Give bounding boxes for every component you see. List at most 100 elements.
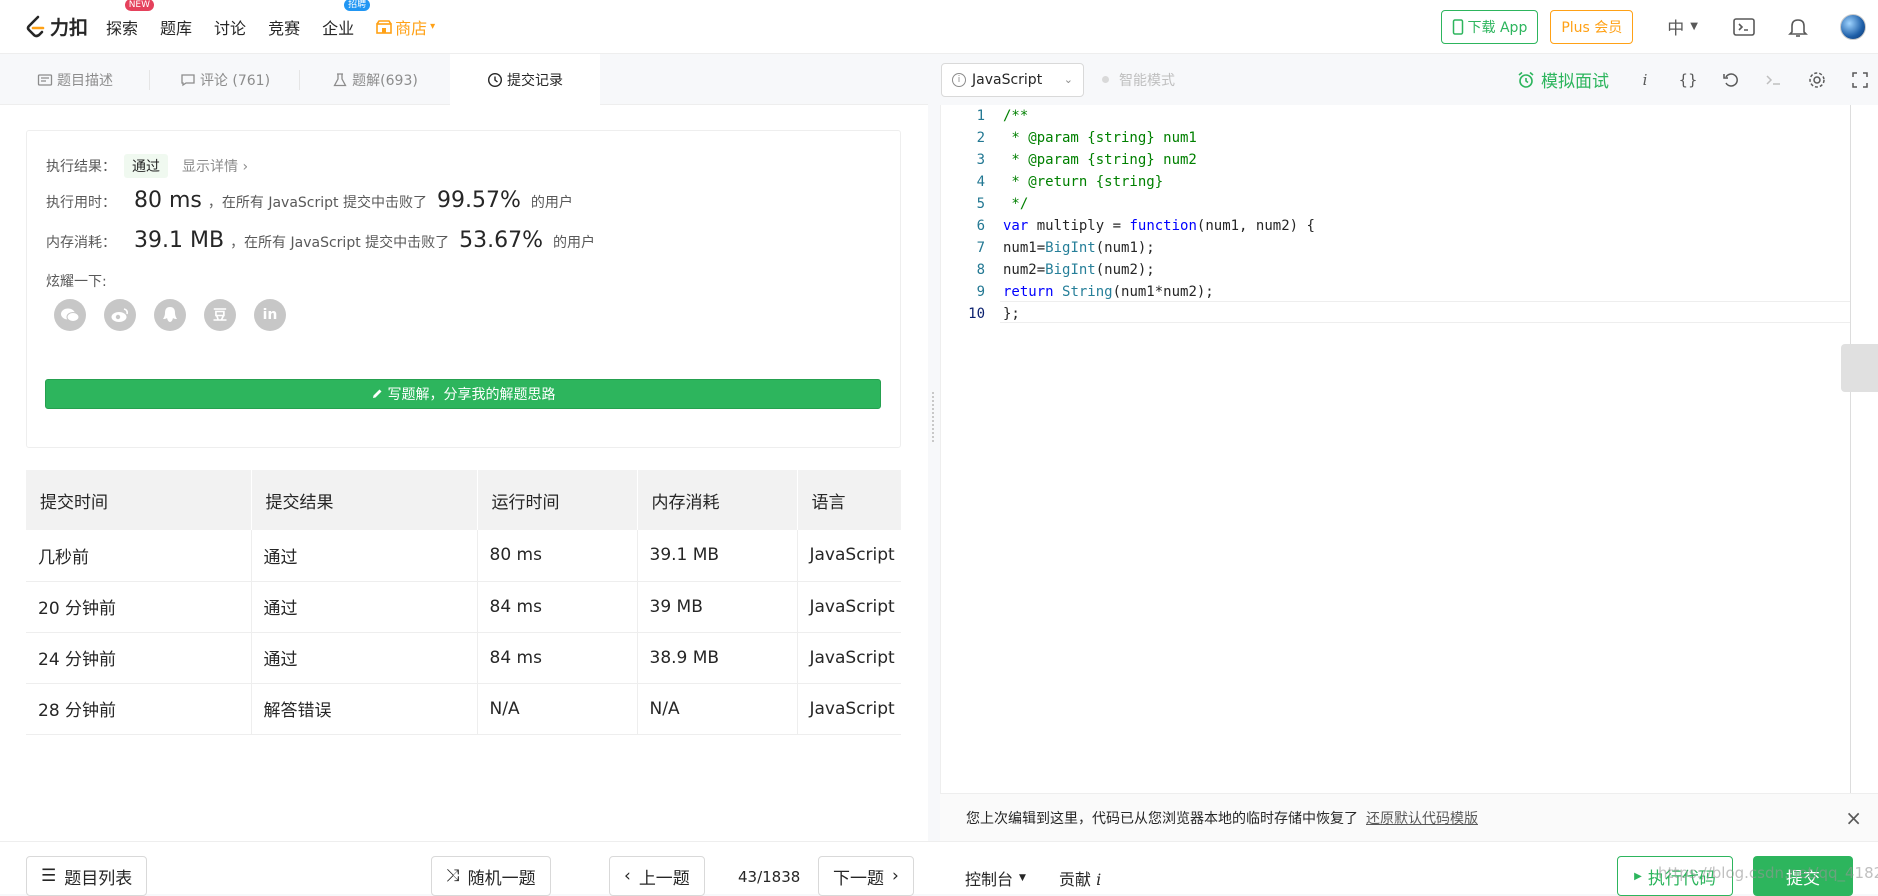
store-icon: [376, 19, 392, 34]
pencil-icon: [372, 389, 381, 398]
download-app-button[interactable]: 下载 App: [1440, 9, 1539, 44]
tab-comments-label: 评论 (761): [199, 72, 271, 89]
bell-icon[interactable]: [1786, 15, 1810, 39]
contribute-label: 贡献: [1059, 870, 1092, 889]
clock-icon: [487, 72, 503, 87]
code-line: 3 * @param {string} num2: [941, 149, 1197, 171]
tab-submissions[interactable]: 提交记录: [450, 54, 600, 105]
current-line-highlight: [1000, 301, 1851, 323]
cell-language: JavaScript: [797, 581, 901, 633]
share-label-text: 炫耀一下:: [46, 274, 107, 290]
header-result: 提交结果: [251, 470, 478, 530]
playground-icon[interactable]: [1732, 15, 1756, 39]
next-problem-label: 下一题: [833, 868, 884, 889]
toggle-dot-icon: [1102, 76, 1109, 83]
write-solution-label: 写题解，分享我的解题思路: [387, 387, 556, 403]
language-select[interactable]: i JavaScript ⌄: [941, 62, 1084, 97]
code-text: * @param {string} num1: [1003, 130, 1197, 146]
tab-solutions-label: 题解(693): [352, 72, 418, 89]
terminal-icon[interactable]: [1764, 70, 1784, 90]
problem-list-button[interactable]: ☰ 题目列表: [26, 856, 148, 896]
random-problem-button[interactable]: ⤨ 随机一题: [431, 856, 551, 896]
code-line: 8 num2=BigInt(num2);: [941, 259, 1155, 281]
weibo-icon[interactable]: [104, 299, 136, 331]
cell-runtime: 84 ms: [477, 632, 638, 684]
code-line: 7 num1=BigInt(num1);: [941, 237, 1155, 259]
tab-description[interactable]: 题目描述: [0, 54, 150, 105]
flask-icon: [333, 72, 347, 86]
nav-discuss[interactable]: 讨论: [214, 15, 246, 39]
smart-mode-toggle[interactable]: 智能模式: [1102, 70, 1175, 90]
new-badge: NEW: [124, 0, 155, 11]
mock-interview-button[interactable]: 模拟面试: [1517, 67, 1609, 92]
next-problem-button[interactable]: 下一题 ›: [818, 856, 914, 896]
douban-icon[interactable]: 豆: [204, 299, 236, 331]
nav-explore-label: 探索: [106, 18, 139, 38]
wechat-icon[interactable]: [54, 299, 86, 331]
mock-interview-label: 模拟面试: [1541, 72, 1609, 92]
avatar[interactable]: [1840, 13, 1866, 40]
nav-contest[interactable]: 竞赛: [268, 15, 300, 39]
cell-result-link[interactable]: 通过: [251, 530, 478, 582]
line-number: 7: [976, 240, 985, 256]
braces-icon[interactable]: {}: [1678, 70, 1698, 90]
line-number: 6: [976, 218, 985, 234]
nav-store-label: 商店: [395, 18, 428, 38]
nav-problemset[interactable]: 题库: [160, 15, 192, 39]
cell-result-link[interactable]: 解答错误: [251, 683, 478, 735]
cell-result-link[interactable]: 通过: [251, 581, 478, 633]
editor-scrollbar[interactable]: [1850, 105, 1878, 793]
line-number: 1: [976, 108, 985, 124]
qq-icon[interactable]: [154, 299, 186, 331]
code-text: num2=BigInt(num2);: [1003, 262, 1155, 278]
tab-comments[interactable]: 评论 (761): [150, 54, 300, 105]
prev-problem-button[interactable]: ‹ 上一题: [609, 856, 705, 896]
language-switch[interactable]: 中 ▼: [1667, 14, 1698, 39]
code-editor[interactable]: 1 /** 2 * @param {string} num1 3 * @param…: [940, 105, 1878, 793]
console-toggle[interactable]: 控制台 ▼: [965, 866, 1026, 890]
result-status-row: 执行结果： 通过 显示详情 ›: [46, 154, 248, 178]
chevron-down-icon: ⌄: [1063, 73, 1073, 86]
write-solution-button[interactable]: 写题解，分享我的解题思路: [45, 379, 881, 409]
show-detail-link[interactable]: 显示详情 ›: [182, 156, 248, 176]
watermark: https://blog.csdn.net/qq_41824688: [1658, 864, 1878, 882]
top-navbar: 力扣 探索 NEW 题库 讨论 竞赛 企业 招聘 商店 ▾ 下载 App Plu…: [0, 0, 1878, 54]
close-icon[interactable]: ×: [1845, 806, 1862, 830]
line-number: 5: [976, 196, 985, 212]
header-memory: 内存消耗: [637, 470, 798, 530]
code-text: * @return {string}: [1003, 174, 1164, 190]
cell-time: 28 分钟前: [26, 683, 252, 735]
table-header-row: 提交时间 提交结果 运行时间 内存消耗 语言: [26, 470, 901, 530]
cell-memory: 38.9 MB: [637, 632, 798, 684]
side-collapse-tab[interactable]: [1841, 344, 1878, 392]
fullscreen-icon[interactable]: [1850, 70, 1870, 90]
pane-splitter[interactable]: [928, 54, 940, 841]
tab-solutions[interactable]: 题解(693): [300, 54, 450, 105]
language-label: 中: [1667, 19, 1685, 39]
reset-icon[interactable]: [1721, 70, 1741, 90]
plus-member-button[interactable]: Plus 会员: [1550, 9, 1634, 44]
nav-problemset-label: 题库: [160, 18, 193, 38]
restore-default-link[interactable]: 还原默认代码模版: [1366, 808, 1478, 828]
nav-company[interactable]: 企业 招聘: [322, 0, 371, 39]
leetcode-logo[interactable]: 力扣: [24, 13, 88, 40]
code-line: 6 var multiply = function(num1, num2) {: [941, 215, 1315, 237]
result-status-tag: 通过: [124, 154, 168, 178]
italic-info-icon[interactable]: i: [1635, 70, 1655, 90]
code-text: return String(num1*num2);: [1003, 284, 1214, 300]
cell-time: 20 分钟前: [26, 581, 252, 633]
cell-memory: 39.1 MB: [637, 530, 798, 582]
nav-store[interactable]: 商店 ▾: [376, 15, 435, 39]
console-label: 控制台: [965, 870, 1014, 889]
nav-discuss-label: 讨论: [214, 18, 247, 38]
linkedin-icon[interactable]: in: [254, 299, 286, 331]
drag-handle-icon[interactable]: [932, 392, 935, 442]
runtime-row: 执行用时： 80 ms ，在所有 JavaScript 提交中击败了 99.57…: [46, 188, 573, 213]
contribute-button[interactable]: 贡献 i: [1059, 866, 1101, 890]
settings-icon[interactable]: [1807, 70, 1827, 90]
cell-time: 24 分钟前: [26, 632, 252, 684]
cell-result-link[interactable]: 通过: [251, 632, 478, 684]
nav-explore[interactable]: 探索 NEW: [106, 0, 155, 39]
code-line: 2 * @param {string} num1: [941, 127, 1197, 149]
cell-language: JavaScript: [797, 530, 901, 582]
